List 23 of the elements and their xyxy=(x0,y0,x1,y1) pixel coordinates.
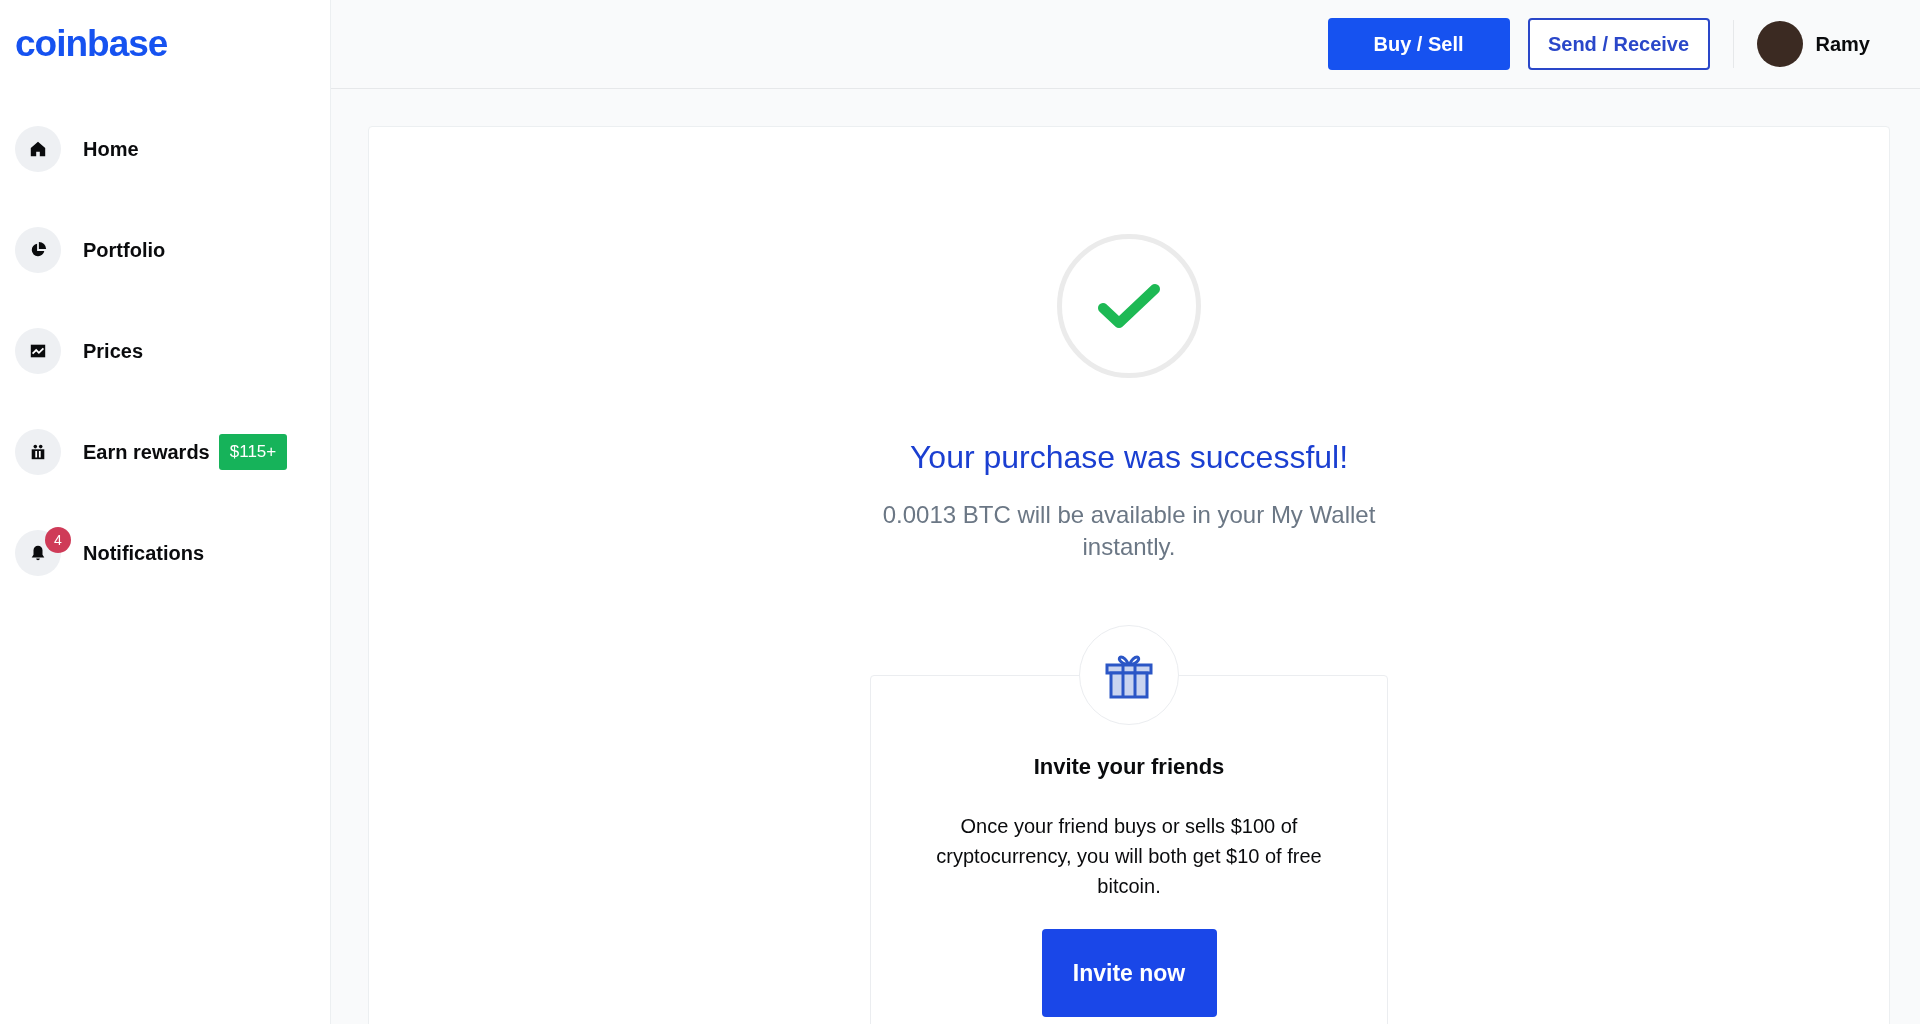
invite-title: Invite your friends xyxy=(1033,753,1225,781)
buy-sell-button[interactable]: Buy / Sell xyxy=(1327,18,1510,70)
success-title: Your purchase was successful! xyxy=(909,438,1349,477)
logo[interactable]: coinbase xyxy=(15,16,168,72)
nav-link[interactable]: Earn rewards xyxy=(83,437,210,467)
success-message: 0.0013 BTC will be available in your My Wallet instantly. xyxy=(881,500,1377,562)
user-name[interactable]: Ramy xyxy=(1815,29,1870,59)
send-receive-button[interactable]: Send / Receive xyxy=(1527,18,1710,70)
home-icon xyxy=(29,140,47,158)
invite-now-button[interactable]: Invite now xyxy=(1041,929,1217,1017)
nav-link[interactable]: Notifications xyxy=(83,538,205,568)
nav-link[interactable]: Prices xyxy=(83,336,144,366)
notification-count: 4 xyxy=(45,527,71,553)
gift-icon xyxy=(29,443,47,461)
nav-link[interactable]: Home xyxy=(83,134,139,164)
nav-link[interactable]: Portfolio xyxy=(83,235,166,265)
bell-icon xyxy=(29,544,47,562)
pie-chart-icon xyxy=(29,241,47,259)
reward-tag: $115+ xyxy=(218,434,288,470)
line-chart-icon xyxy=(29,342,47,360)
checkmark-icon xyxy=(1097,281,1161,331)
invite-description: Once your friend buys or sells $100 of cryptocurrency, you will both get $10 of free bitcoin. xyxy=(935,814,1323,899)
avatar[interactable] xyxy=(1756,21,1803,67)
